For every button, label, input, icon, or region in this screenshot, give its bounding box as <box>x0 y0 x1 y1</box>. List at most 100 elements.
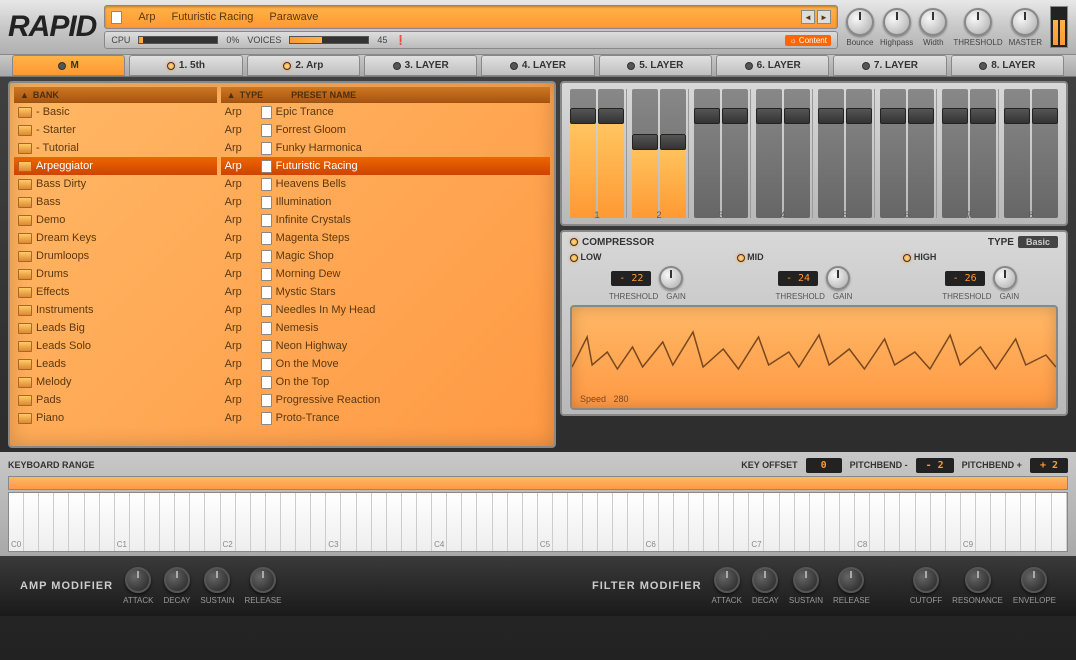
preset-item[interactable]: ArpHeavens Bells <box>221 175 550 193</box>
white-key[interactable] <box>417 493 432 551</box>
bank-item[interactable]: Arpeggiator <box>14 157 217 175</box>
white-key[interactable] <box>1036 493 1051 551</box>
fader-7b[interactable] <box>970 89 996 218</box>
led-icon[interactable] <box>570 254 578 262</box>
bank-item[interactable]: Piano <box>14 409 217 427</box>
key-offset-value[interactable]: 0 <box>806 458 842 473</box>
master-knob[interactable] <box>1011 8 1039 36</box>
fader-8b[interactable] <box>1032 89 1058 218</box>
threshold-knob[interactable] <box>964 8 992 36</box>
bank-item[interactable]: - Basic <box>14 103 217 121</box>
fader-1a[interactable] <box>570 89 596 218</box>
white-key[interactable] <box>175 493 190 551</box>
white-key[interactable]: C2 <box>221 493 236 551</box>
fader-2a[interactable] <box>632 89 658 218</box>
white-key[interactable] <box>825 493 840 551</box>
bank-item[interactable]: - Tutorial <box>14 139 217 157</box>
white-key[interactable]: C0 <box>9 493 24 551</box>
sort-icon[interactable]: ▲ <box>227 90 236 100</box>
filter-cutoff-knob[interactable] <box>913 567 939 593</box>
white-key[interactable] <box>659 493 674 551</box>
white-key[interactable] <box>885 493 900 551</box>
white-key[interactable] <box>100 493 115 551</box>
threshold-value[interactable]: - 22 <box>611 271 651 286</box>
fader-4a[interactable] <box>756 89 782 218</box>
gain-knob[interactable] <box>826 266 850 290</box>
white-key[interactable] <box>916 493 931 551</box>
white-key[interactable] <box>870 493 885 551</box>
bank-item[interactable]: Bass <box>14 193 217 211</box>
white-key[interactable] <box>387 493 402 551</box>
bank-item[interactable]: Drums <box>14 265 217 283</box>
white-key[interactable] <box>251 493 266 551</box>
preset-item[interactable]: ArpOn the Top <box>221 373 550 391</box>
fader-3a[interactable] <box>694 89 720 218</box>
preset-next[interactable]: ► <box>817 10 831 24</box>
bank-item[interactable]: Bass Dirty <box>14 175 217 193</box>
bank-item[interactable]: Drumloops <box>14 247 217 265</box>
highpass-knob[interactable] <box>883 8 911 36</box>
white-key[interactable] <box>764 493 779 551</box>
keyboard-range-strip[interactable] <box>8 476 1068 490</box>
preset-item[interactable]: ArpIllumination <box>221 193 550 211</box>
threshold-value[interactable]: - 26 <box>945 271 985 286</box>
white-key[interactable] <box>341 493 356 551</box>
white-key[interactable] <box>1052 493 1067 551</box>
white-key[interactable] <box>1021 493 1036 551</box>
preset-item[interactable]: ArpNemesis <box>221 319 550 337</box>
white-key[interactable] <box>281 493 296 551</box>
white-key[interactable] <box>598 493 613 551</box>
white-key[interactable] <box>946 493 961 551</box>
preset-item[interactable]: ArpNeedles In My Head <box>221 301 550 319</box>
white-key[interactable]: C9 <box>961 493 976 551</box>
filter-attack-knob[interactable] <box>714 567 740 593</box>
white-key[interactable] <box>976 493 991 551</box>
type-header[interactable]: TYPE <box>240 90 264 100</box>
layer-tab-6[interactable]: 6. LAYER <box>716 55 829 76</box>
white-key[interactable]: C5 <box>538 493 553 551</box>
white-key[interactable] <box>780 493 795 551</box>
preset-item[interactable]: ArpProgressive Reaction <box>221 391 550 409</box>
white-key[interactable] <box>689 493 704 551</box>
layer-tab-7[interactable]: 7. LAYER <box>833 55 946 76</box>
amp-release-knob[interactable] <box>250 567 276 593</box>
filter-resonance-knob[interactable] <box>965 567 991 593</box>
white-key[interactable] <box>704 493 719 551</box>
white-key[interactable] <box>402 493 417 551</box>
filter-decay-knob[interactable] <box>752 567 778 593</box>
white-key[interactable] <box>523 493 538 551</box>
white-key[interactable] <box>719 493 734 551</box>
white-key[interactable] <box>931 493 946 551</box>
layer-tab-1[interactable]: 1. 5th <box>129 55 242 76</box>
bank-item[interactable]: Dream Keys <box>14 229 217 247</box>
bank-item[interactable]: Leads Big <box>14 319 217 337</box>
compressor-type[interactable]: Basic <box>1018 236 1058 248</box>
white-key[interactable] <box>160 493 175 551</box>
fader-8a[interactable] <box>1004 89 1030 218</box>
led-icon[interactable] <box>570 238 578 246</box>
pitchbend-minus-value[interactable]: - 2 <box>916 458 954 473</box>
white-key[interactable] <box>130 493 145 551</box>
white-key[interactable] <box>840 493 855 551</box>
bank-header[interactable]: BANK <box>33 90 59 100</box>
white-key[interactable] <box>145 493 160 551</box>
bank-item[interactable]: Melody <box>14 373 217 391</box>
led-icon[interactable] <box>903 254 911 262</box>
white-key[interactable] <box>900 493 915 551</box>
preset-item[interactable]: ArpFuturistic Racing <box>221 157 550 175</box>
preset-item[interactable]: ArpOn the Move <box>221 355 550 373</box>
white-key[interactable]: C8 <box>855 493 870 551</box>
white-key[interactable] <box>372 493 387 551</box>
fader-7a[interactable] <box>942 89 968 218</box>
content-chip[interactable]: ☼ Content <box>785 35 831 46</box>
gain-knob[interactable] <box>993 266 1017 290</box>
bank-item[interactable]: Demo <box>14 211 217 229</box>
filter-release-knob[interactable] <box>838 567 864 593</box>
fader-6b[interactable] <box>908 89 934 218</box>
fader-4b[interactable] <box>784 89 810 218</box>
preset-item[interactable]: ArpMorning Dew <box>221 265 550 283</box>
white-key[interactable] <box>447 493 462 551</box>
white-key[interactable]: C6 <box>644 493 659 551</box>
gain-knob[interactable] <box>659 266 683 290</box>
bank-item[interactable]: Instruments <box>14 301 217 319</box>
